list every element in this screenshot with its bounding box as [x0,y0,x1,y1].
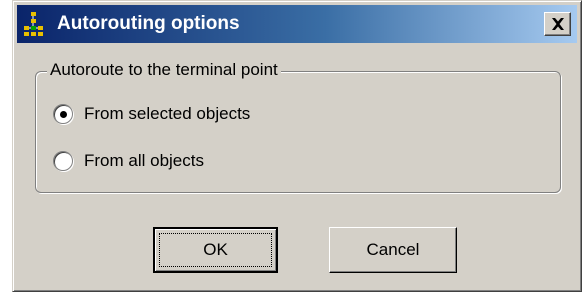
autorouting-options-dialog: Autorouting options Autoroute to the ter… [12,0,582,292]
close-button[interactable] [544,12,571,36]
radio-button[interactable] [53,151,73,171]
groupbox-title: Autoroute to the terminal point [47,59,281,81]
radio-label[interactable]: From selected objects [84,103,250,125]
close-icon [552,18,564,30]
radio-label[interactable]: From all objects [84,150,204,172]
cancel-button[interactable]: Cancel [329,227,457,273]
radio-dot-icon [60,111,67,118]
title-bar[interactable]: Autorouting options [17,5,577,43]
ok-button[interactable]: OK [153,227,278,273]
autorouting-icon [24,12,50,38]
radio-from-all-objects[interactable]: From all objects [53,148,204,174]
focus-rectangle [159,233,272,267]
radio-button-selected[interactable] [53,104,73,124]
autoroute-groupbox [35,71,561,193]
cancel-button-label: Cancel [366,240,420,259]
window-title: Autorouting options [57,13,240,34]
radio-from-selected-objects[interactable]: From selected objects [53,101,250,127]
